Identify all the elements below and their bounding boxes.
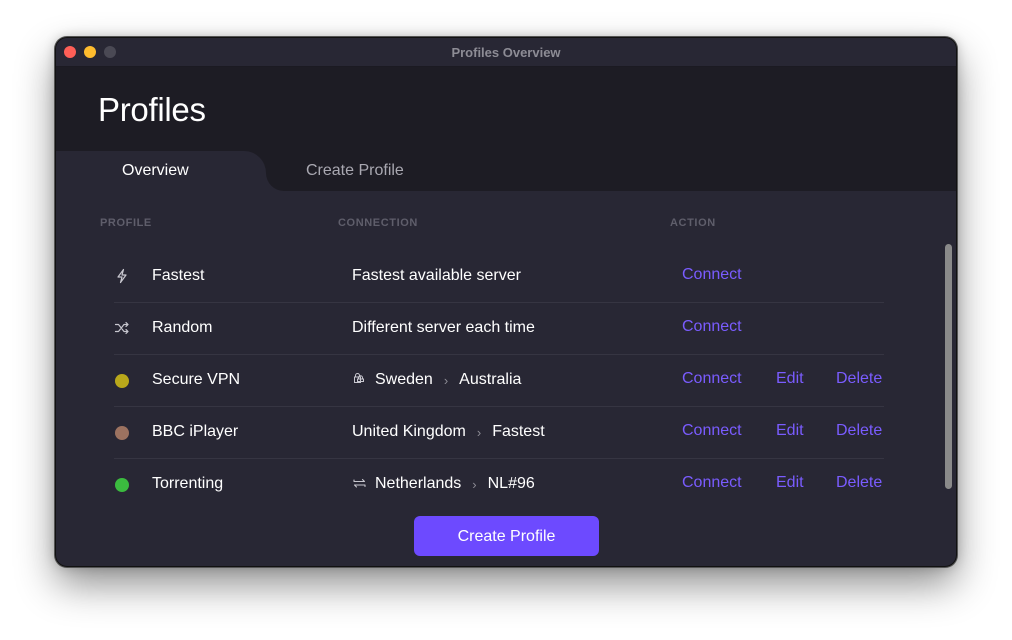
connection-from: United Kingdom [352,423,466,440]
chevron-right-icon: › [472,476,477,492]
chevron-right-icon: › [443,372,449,388]
connection-to: Fastest [492,423,545,440]
chevron-right-icon: › [476,424,482,440]
table-row: BBC iPlayer United Kingdom › Fastest Con… [114,407,884,459]
profile-name: Secure VPN [152,371,241,388]
connection-text: Different server each time [352,319,535,336]
connect-button[interactable]: Connect [682,266,742,284]
connection-from: Sweden [375,371,433,388]
profiles-window: Profiles Overview Profiles Overview Crea… [56,38,956,566]
connect-button[interactable]: Connect [682,422,742,440]
connection-from: Netherlands [375,475,462,492]
page-title: Profiles [98,91,206,128]
delete-button[interactable]: Delete [836,370,882,388]
connection-description: Sweden › Australia [352,371,521,389]
window-title: Profiles Overview [451,45,561,60]
header: Profiles Overview Create Profile [56,67,956,191]
connection-description: United Kingdom › Fastest [352,423,545,441]
connection-description: Netherlands › NL#96 [352,475,535,493]
edit-button[interactable]: Edit [776,370,804,388]
edit-button[interactable]: Edit [776,474,804,492]
vertical-scrollbar[interactable] [945,244,952,489]
connection-to: Australia [459,371,522,388]
delete-button[interactable]: Delete [836,422,882,440]
edit-button[interactable]: Edit [776,422,804,440]
table-row: Secure VPN Sweden › Australia Connect Ed… [114,355,884,407]
connection-to: NL#96 [487,475,535,492]
create-profile-button[interactable]: Create Profile [414,516,599,556]
secure-core-lock-icon [352,372,366,388]
profile-name: Fastest [152,267,205,284]
table-row: Fastest Fastest available server Connect [114,251,884,303]
delete-button[interactable]: Delete [836,474,882,492]
title-bar: Profiles Overview [56,38,956,67]
connection-description: Different server each time [352,319,535,337]
connect-button[interactable]: Connect [682,474,742,492]
p2p-arrows-icon [352,477,366,492]
connect-button[interactable]: Connect [682,370,742,388]
profile-color-dot [115,478,129,492]
profile-color-dot [115,426,129,440]
connection-description: Fastest available server [352,267,521,285]
tab-create-profile[interactable]: Create Profile [306,162,404,180]
profile-color-dot [115,374,129,388]
lightning-icon [114,268,130,284]
connect-button[interactable]: Connect [682,318,742,336]
profile-name: Torrenting [152,475,224,492]
connection-text: Fastest available server [352,267,521,284]
column-header-profile: PROFILE [100,217,152,229]
tab-overview[interactable]: Overview [122,162,189,180]
column-header-action: ACTION [670,217,716,229]
profile-name: BBC iPlayer [152,423,239,440]
shuffle-icon [114,320,130,336]
column-header-connection: CONNECTION [338,217,418,229]
profile-name: Random [152,319,213,336]
table-row: Torrenting Netherlands › NL#96 Connect E… [114,459,884,511]
table-row: Random Different server each time Connec… [114,303,884,355]
